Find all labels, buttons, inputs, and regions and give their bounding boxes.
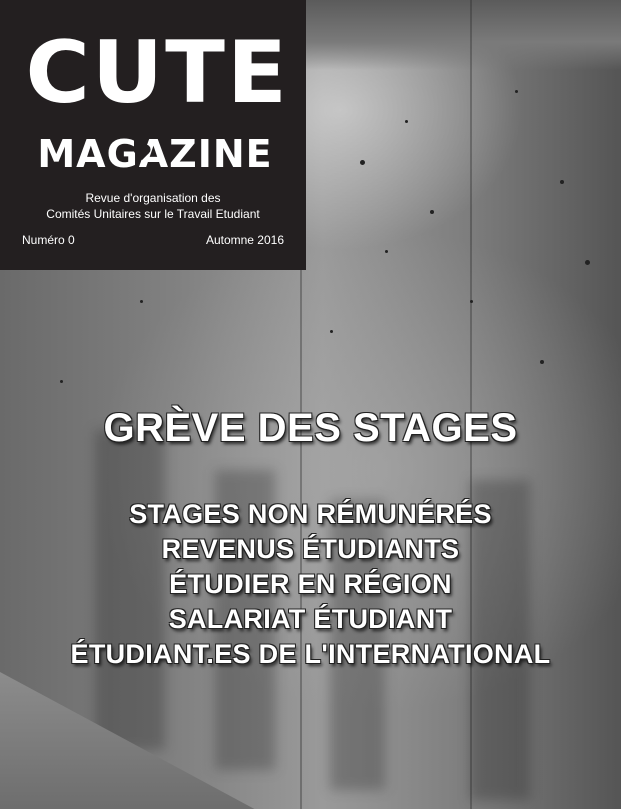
- cover-topic: ÉTUDIER EN RÉGION: [169, 569, 452, 599]
- cover-topics: STAGES NON RÉMUNÉRÉS REVENUS ÉTUDIANTS É…: [0, 497, 621, 672]
- concrete-pore: [385, 250, 388, 253]
- concrete-pore: [515, 90, 518, 93]
- concrete-pore: [140, 300, 143, 303]
- cover-topic: REVENUS ÉTUDIANTS: [161, 534, 460, 564]
- concrete-pore: [585, 260, 590, 265]
- issue-season: Automne 2016: [205, 233, 284, 247]
- concrete-pore: [330, 330, 333, 333]
- concrete-pore: [540, 360, 544, 364]
- concrete-pore: [560, 180, 564, 184]
- cover-topic: SALARIAT ÉTUDIANT: [168, 604, 453, 634]
- magazine-cover: CUTE MAGAZINE Revue d'organisation des C…: [0, 0, 621, 809]
- subtitle-line: Revue d'organisation des: [85, 191, 221, 205]
- logo-magazine: MAGAZINE: [37, 132, 273, 176]
- concrete-pore: [60, 380, 63, 383]
- logo-cute: CUTE: [25, 23, 289, 123]
- concrete-pore: [470, 300, 473, 303]
- masthead-subtitle: Revue d'organisation des Comités Unitair…: [0, 190, 306, 222]
- cover-headline: GRÈVE DES STAGES: [103, 406, 518, 450]
- concrete-pore: [430, 210, 434, 214]
- issue-number: Numéro 0: [22, 233, 75, 247]
- concrete-pore: [360, 160, 365, 165]
- cover-topic: STAGES NON RÉMUNÉRÉS: [129, 499, 492, 529]
- subtitle-line: Comités Unitaires sur le Travail Etudian…: [46, 207, 260, 221]
- concrete-pore: [405, 120, 408, 123]
- masthead: CUTE MAGAZINE Revue d'organisation des C…: [0, 0, 306, 270]
- cover-topic: ÉTUDIANT.ES DE L'INTERNATIONAL: [70, 639, 551, 669]
